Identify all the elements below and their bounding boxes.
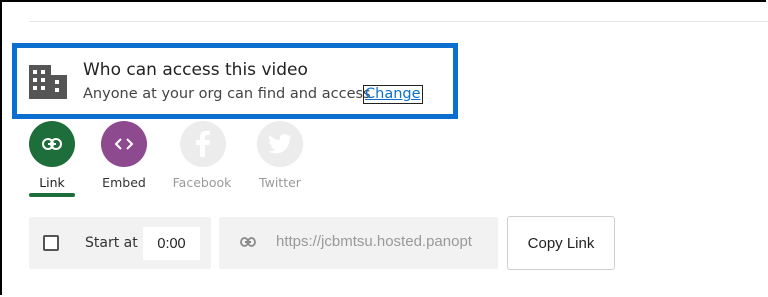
share-facebook-button[interactable]: [180, 121, 226, 167]
twitter-icon: [268, 134, 292, 154]
share-embed-label: Embed: [102, 175, 146, 190]
access-title: Who can access this video: [83, 60, 308, 80]
start-at-checkbox[interactable]: [43, 235, 59, 251]
link-icon: [42, 138, 62, 150]
share-url-text: https://jcbmtsu.hosted.panopt: [276, 233, 472, 250]
share-facebook-label: Facebook: [172, 175, 232, 190]
building-icon: [29, 65, 67, 99]
share-link-button[interactable]: [29, 121, 75, 167]
facebook-icon: [196, 131, 210, 157]
access-highlight-box: [12, 43, 458, 119]
start-at-label: Start at: [85, 235, 138, 251]
share-link-label: Link: [39, 175, 65, 190]
copy-link-button[interactable]: Copy Link: [507, 216, 615, 270]
share-twitter-button[interactable]: [257, 121, 303, 167]
start-time-input[interactable]: [143, 227, 200, 260]
share-embed-button[interactable]: [101, 121, 147, 167]
active-tab-indicator: [29, 193, 75, 197]
link-icon: [240, 237, 256, 247]
access-description: Anyone at your org can find and access: [83, 86, 371, 102]
code-icon: [114, 138, 134, 150]
share-twitter-label: Twitter: [259, 175, 301, 190]
change-access-link[interactable]: Change: [363, 85, 423, 104]
divider: [29, 21, 768, 22]
